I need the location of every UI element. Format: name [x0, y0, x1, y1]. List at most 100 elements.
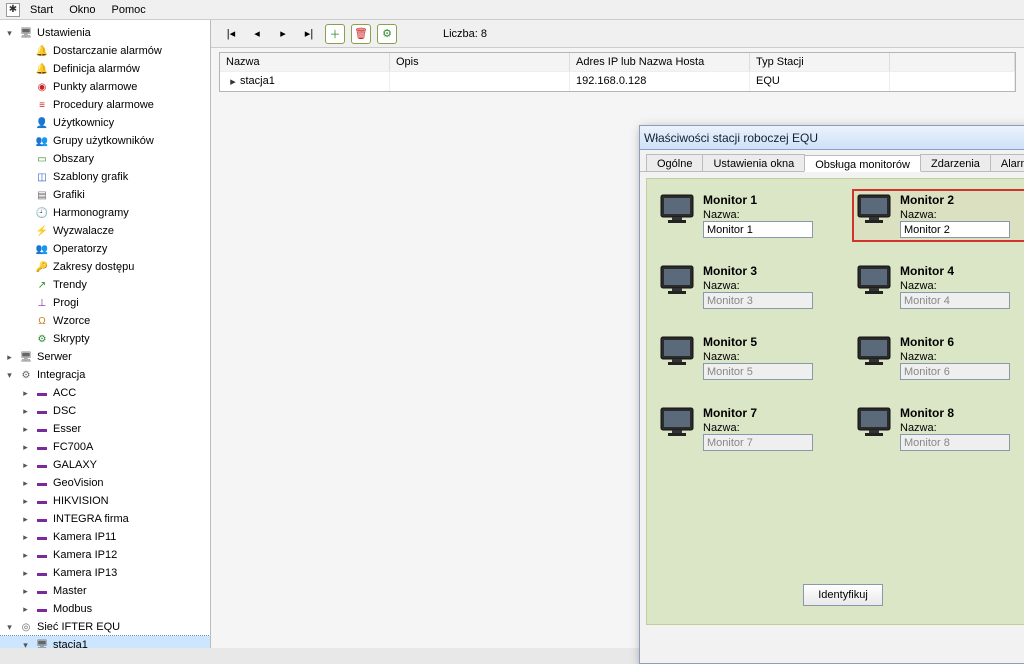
tree-item[interactable]: 👥Grupy użytkowników: [0, 132, 210, 150]
tree-item[interactable]: ▸▬Kamera IP13: [0, 564, 210, 582]
tab-zdarzenia[interactable]: Zdarzenia: [920, 154, 991, 171]
monitor-1[interactable]: Monitor 1 Nazwa:: [655, 189, 834, 242]
tree-label: Dostarczanie alarmów: [53, 45, 162, 57]
tree-item-icon: ≡: [34, 97, 50, 113]
twisty-icon[interactable]: ▸: [20, 460, 31, 471]
delete-button[interactable]: 🗑: [351, 24, 371, 44]
add-button[interactable]: ＋: [325, 24, 345, 44]
identify-button[interactable]: Identyfikuj: [803, 584, 883, 606]
network-icon: ◎: [18, 619, 34, 635]
tree-item[interactable]: 🔔Definicja alarmów: [0, 60, 210, 78]
tree-item[interactable]: ΩWzorce: [0, 312, 210, 330]
twisty-icon[interactable]: ▸: [20, 604, 31, 615]
nav-last-button[interactable]: ▸|: [299, 24, 319, 44]
twisty-icon[interactable]: ▸: [20, 424, 31, 435]
twisty-icon[interactable]: ▸: [20, 532, 31, 543]
col-header[interactable]: Opis: [390, 53, 570, 71]
tree-item[interactable]: ▤Grafiki: [0, 186, 210, 204]
tree-serwer[interactable]: ▸ 🖥 Serwer: [0, 348, 210, 366]
monitor-8[interactable]: Monitor 8 Nazwa:: [852, 402, 1024, 455]
col-header[interactable]: Adres IP lub Nazwa Hosta: [570, 53, 750, 71]
menu-pomoc[interactable]: Pomoc: [106, 2, 152, 18]
tree-item[interactable]: ▸▬GALAXY: [0, 456, 210, 474]
tree-ustawienia[interactable]: ▾ 🖥 Ustawienia: [0, 24, 210, 42]
twisty-icon[interactable]: ▾: [4, 370, 15, 381]
tab-ustawienia-okna[interactable]: Ustawienia okna: [702, 154, 805, 171]
tree-item[interactable]: ◉Punkty alarmowe: [0, 78, 210, 96]
tree-siec[interactable]: ▾ ◎ Sieć IFTER EQU: [0, 618, 210, 636]
twisty-icon[interactable]: ▸: [20, 496, 31, 507]
nav-first-button[interactable]: |◂: [221, 24, 241, 44]
twisty-icon[interactable]: ▸: [20, 478, 31, 489]
tree-item[interactable]: ▸▬HIKVISION: [0, 492, 210, 510]
tree-label: Punkty alarmowe: [53, 81, 137, 93]
tree-item[interactable]: ▸▬FC700A: [0, 438, 210, 456]
tree-item[interactable]: ▸▬ACC: [0, 384, 210, 402]
monitor-7[interactable]: Monitor 7 Nazwa:: [655, 402, 834, 455]
tree-item[interactable]: ▸▬Esser: [0, 420, 210, 438]
twisty-icon[interactable]: ▾: [4, 622, 15, 633]
col-header[interactable]: Nazwa: [220, 53, 390, 71]
tree-item[interactable]: ▸▬Modbus: [0, 600, 210, 618]
monitor-name-input[interactable]: [900, 221, 1010, 238]
dialog-titlebar[interactable]: Właściwości stacji roboczej EQU ✕: [640, 126, 1024, 150]
tree-item[interactable]: ▸▬Kamera IP11: [0, 528, 210, 546]
monitor-3[interactable]: Monitor 3 Nazwa:: [655, 260, 834, 313]
tree-item[interactable]: ▸▬DSC: [0, 402, 210, 420]
tree-label: Master: [53, 585, 87, 597]
tree-item-icon: ⚙: [34, 331, 50, 347]
tree-item[interactable]: ▸▬GeoVision: [0, 474, 210, 492]
tree-item[interactable]: 👤Użytkownicy: [0, 114, 210, 132]
twisty-icon[interactable]: ▸: [20, 514, 31, 525]
nav-next-button[interactable]: ▸: [273, 24, 293, 44]
tree-item[interactable]: ▭Obszary: [0, 150, 210, 168]
monitor-6[interactable]: Monitor 6 Nazwa:: [852, 331, 1024, 384]
monitor-4[interactable]: Monitor 4 Nazwa:: [852, 260, 1024, 313]
nav-prev-button[interactable]: ◂: [247, 24, 267, 44]
tab-obsluga-monitorow[interactable]: Obsługa monitorów: [804, 155, 921, 172]
station-grid[interactable]: Nazwa Opis Adres IP lub Nazwa Hosta Typ …: [219, 52, 1016, 92]
twisty-icon[interactable]: ▸: [20, 568, 31, 579]
settings-button[interactable]: ⚙: [377, 24, 397, 44]
tree-item[interactable]: ≡Procedury alarmowe: [0, 96, 210, 114]
tree-item[interactable]: 🔑Zakresy dostępu: [0, 258, 210, 276]
tree-item[interactable]: ◫Szablony grafik: [0, 168, 210, 186]
tree-item-icon: 🕘: [34, 205, 50, 221]
monitor-2[interactable]: Monitor 2 Nazwa:: [852, 189, 1024, 242]
tree-item[interactable]: ↗Trendy: [0, 276, 210, 294]
tree-item[interactable]: 🔔Dostarczanie alarmów: [0, 42, 210, 60]
tree-item[interactable]: ⊥Progi: [0, 294, 210, 312]
tab-ogolne[interactable]: Ogólne: [646, 154, 703, 171]
tree-item[interactable]: ▸▬Master: [0, 582, 210, 600]
monitor-title: Monitor 2: [900, 193, 1010, 207]
twisty-icon[interactable]: ▸: [20, 442, 31, 453]
tree-stacja1[interactable]: ▾ 🖥 stacja1: [0, 636, 210, 648]
tree-item[interactable]: ▸▬INTEGRA firma: [0, 510, 210, 528]
tree-item[interactable]: ▸▬Kamera IP12: [0, 546, 210, 564]
monitor-5[interactable]: Monitor 5 Nazwa:: [655, 331, 834, 384]
station-properties-dialog: Właściwości stacji roboczej EQU ✕ Ogólne…: [639, 125, 1024, 664]
tree-item[interactable]: ⚡Wyzwalacze: [0, 222, 210, 240]
twisty-icon[interactable]: ▸: [20, 586, 31, 597]
monitor-name-input[interactable]: [703, 221, 813, 238]
twisty-icon[interactable]: ▾: [4, 28, 15, 39]
server-icon: 🖥: [18, 349, 34, 365]
tree-integracja[interactable]: ▾ ⚙ Integracja: [0, 366, 210, 384]
module-icon: ▬: [34, 421, 50, 437]
twisty-icon[interactable]: ▸: [4, 352, 15, 363]
grid-row[interactable]: ▸stacja1 192.168.0.128 EQU: [220, 71, 1015, 91]
twisty-icon[interactable]: ▸: [20, 388, 31, 399]
menu-okno[interactable]: Okno: [63, 2, 101, 18]
twisty-icon[interactable]: ▾: [20, 640, 31, 649]
module-icon: ▬: [34, 565, 50, 581]
tree-label: Integracja: [37, 369, 85, 381]
menu-start[interactable]: Start: [24, 2, 59, 18]
tree-item[interactable]: ⚙Skrypty: [0, 330, 210, 348]
col-header[interactable]: Typ Stacji: [750, 53, 890, 71]
tree-item[interactable]: 🕘Harmonogramy: [0, 204, 210, 222]
tree-sidebar[interactable]: ▾ 🖥 Ustawienia 🔔Dostarczanie alarmów🔔Def…: [0, 20, 211, 648]
twisty-icon[interactable]: ▸: [20, 406, 31, 417]
twisty-icon[interactable]: ▸: [20, 550, 31, 561]
tab-alarmy[interactable]: Alarmy: [990, 154, 1024, 171]
tree-item[interactable]: 👥Operatorzy: [0, 240, 210, 258]
